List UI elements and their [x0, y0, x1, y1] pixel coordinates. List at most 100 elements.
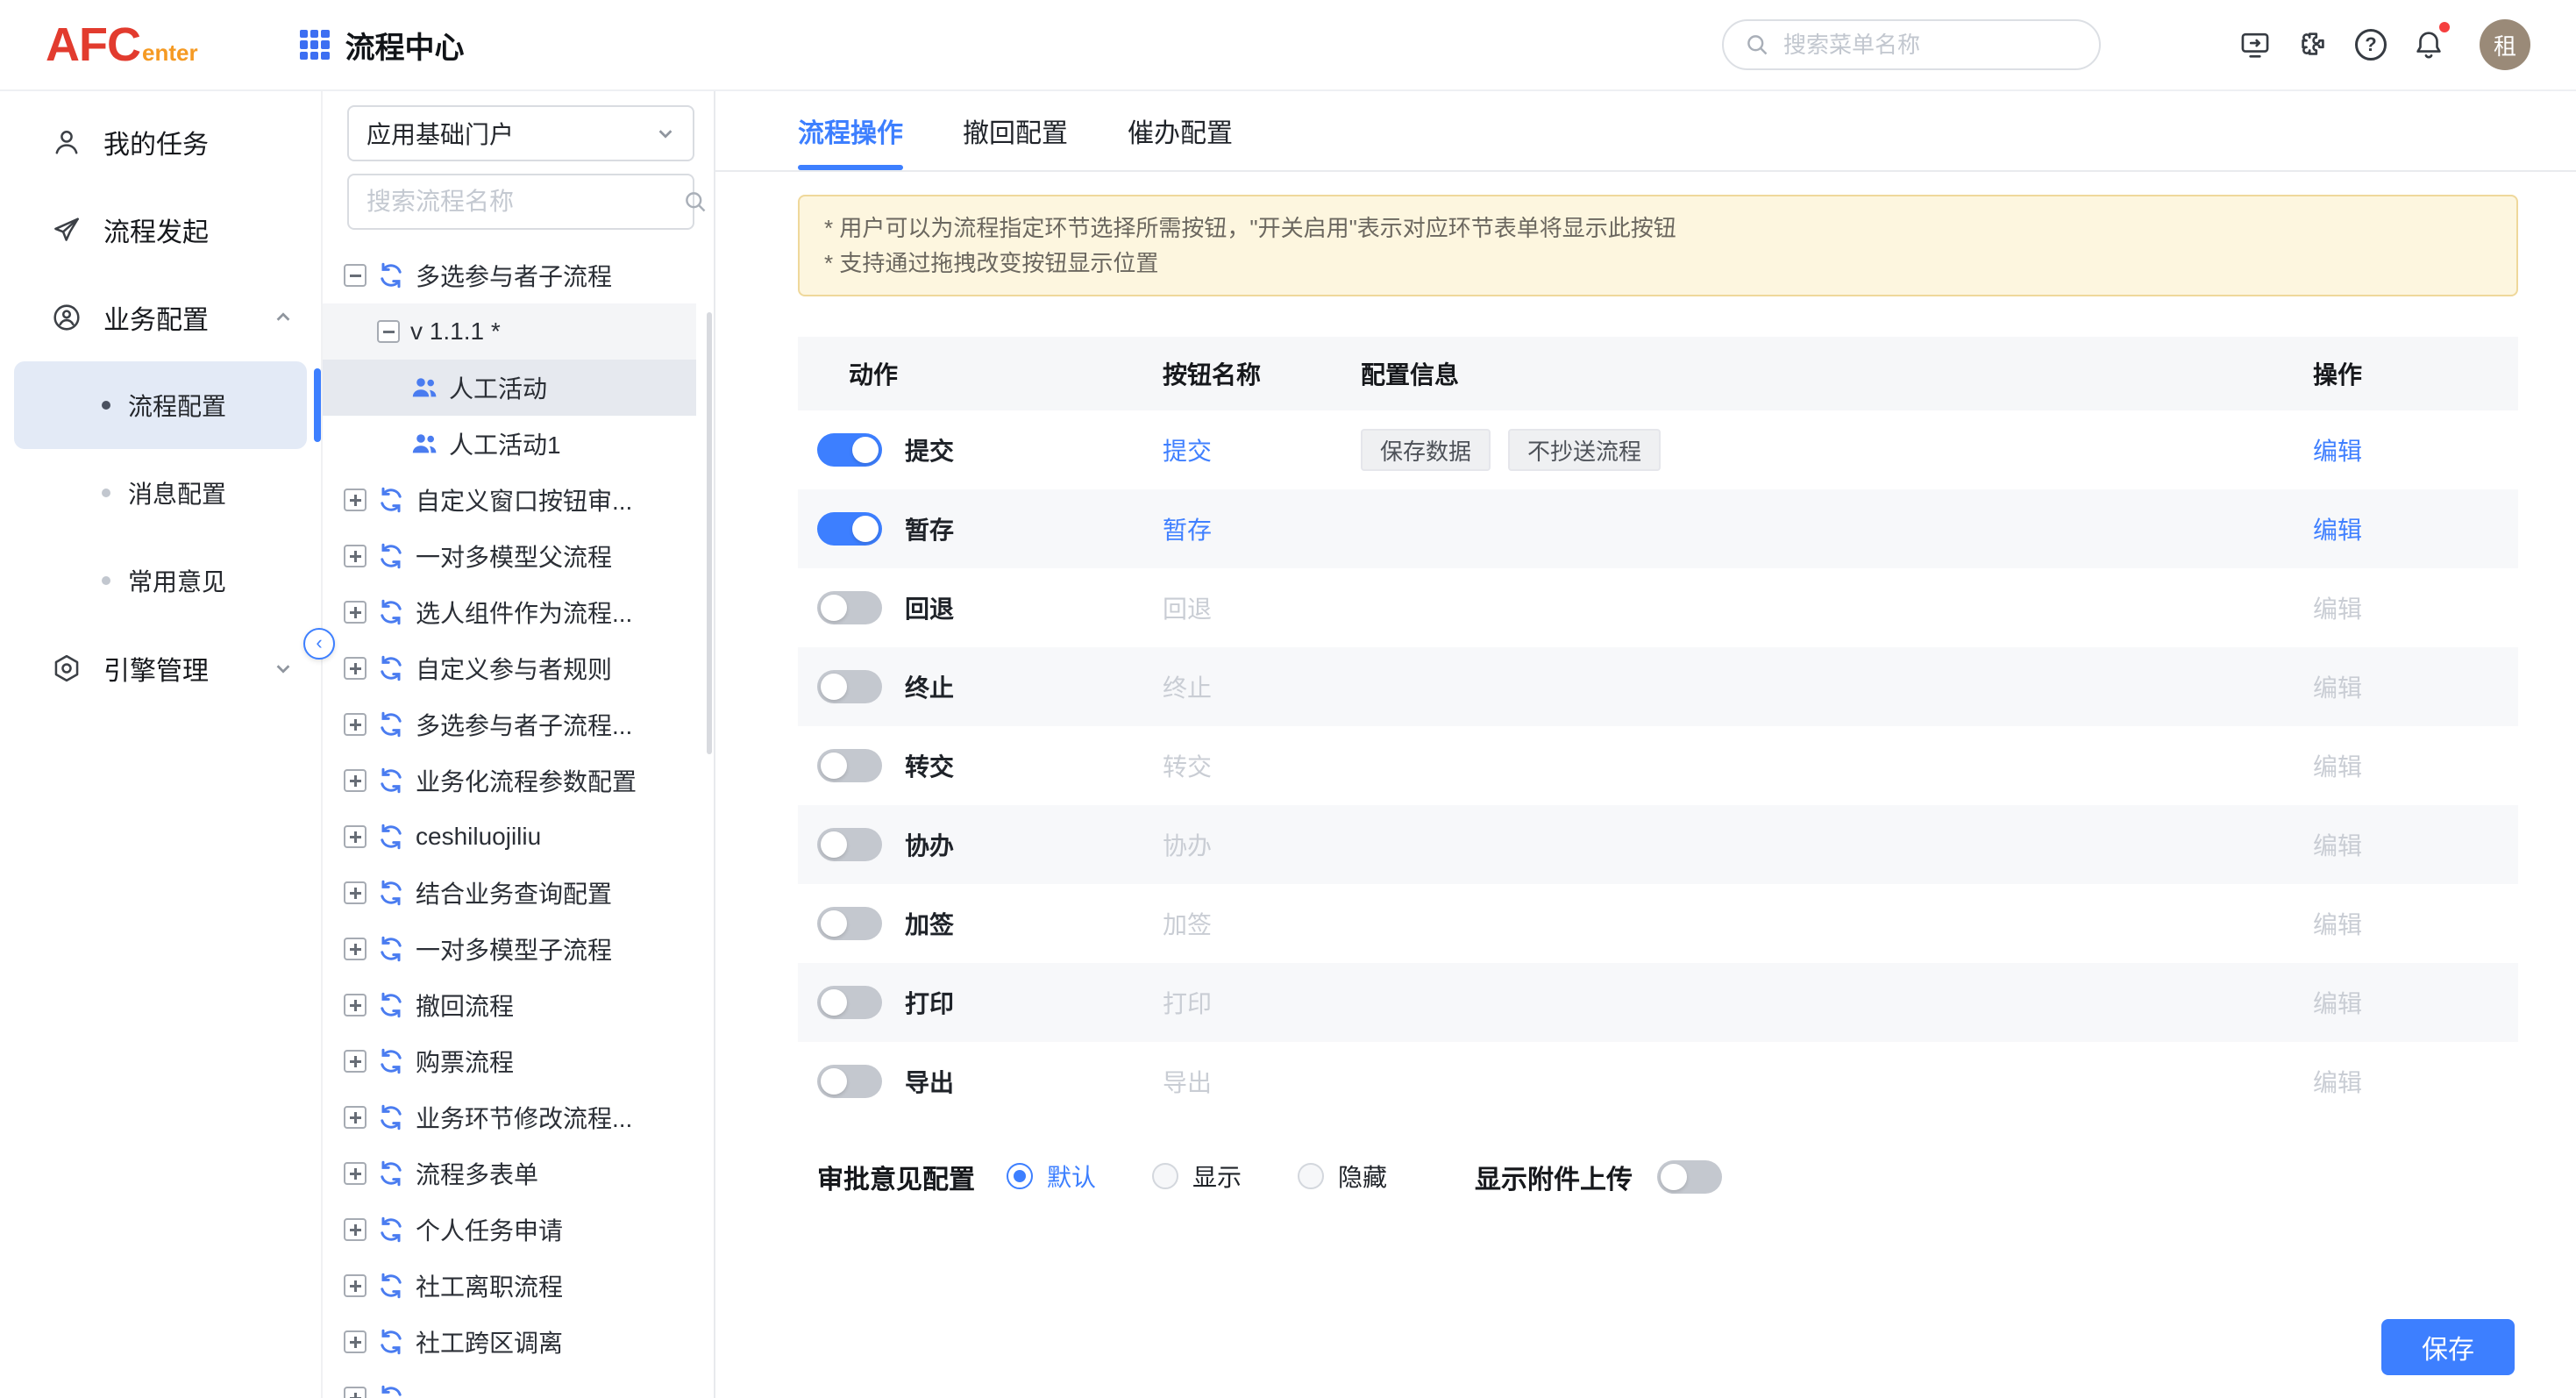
tree-item[interactable]: 结合业务查询配置 [323, 865, 696, 921]
avatar[interactable]: 租 [2480, 19, 2530, 70]
global-search[interactable] [1722, 19, 2101, 70]
tree-expand-icon[interactable] [344, 1106, 366, 1129]
edit-link[interactable]: 编辑 [2313, 827, 2518, 862]
tree-item[interactable]: 业务环节修改流程... [323, 1089, 696, 1145]
edit-link[interactable]: 编辑 [2313, 669, 2518, 704]
tree-item[interactable]: ceshiluojiliu [323, 809, 696, 865]
radio-icon [1298, 1163, 1324, 1189]
tree-expand-icon[interactable] [344, 938, 366, 960]
tree-item[interactable]: 多选参与者子流程 [323, 247, 696, 303]
action-toggle[interactable] [817, 433, 882, 467]
tree-item-label: 自定义窗口按钮审... [416, 482, 632, 517]
global-search-input[interactable] [1783, 32, 2078, 59]
tree-item[interactable]: 业务化流程参数配置 [323, 752, 696, 809]
main-content: 流程操作撤回配置催办配置 * 用户可以为流程指定环节选择所需按钮，"开关启用"表… [715, 91, 2576, 1398]
tree-search[interactable] [347, 174, 694, 230]
sidebar-subitem-message-config[interactable]: 消息配置 [14, 449, 307, 537]
tree-item[interactable]: 选人组件作为流程... [323, 584, 696, 640]
tree-item[interactable]: 一对多模型父流程 [323, 528, 696, 584]
tree-item[interactable]: 撤回流程 [323, 977, 696, 1033]
tree-expand-icon[interactable] [344, 881, 366, 904]
action-toggle[interactable] [817, 1065, 882, 1098]
save-button[interactable]: 保存 [2381, 1319, 2515, 1375]
sidebar-subitem-common-opinions[interactable]: 常用意见 [14, 537, 307, 624]
app-select[interactable]: 应用基础门户 [347, 105, 694, 161]
approval-radio-隐藏[interactable]: 隐藏 [1298, 1159, 1387, 1194]
button-name-link[interactable]: 提交 [1163, 432, 1361, 467]
tree-expand-icon[interactable] [344, 1162, 366, 1185]
edit-link[interactable]: 编辑 [2313, 590, 2518, 625]
tree-item[interactable]: 人工活动 [323, 360, 696, 416]
tree-expand-icon[interactable] [344, 1050, 366, 1073]
tree-item-label: 撤回流程 [416, 988, 514, 1023]
sidebar-collapse-button[interactable]: ‹ [303, 628, 335, 660]
action-toggle[interactable] [817, 670, 882, 703]
tree-item[interactable]: 自定义参与者规则 [323, 640, 696, 696]
edit-link[interactable]: 编辑 [2313, 511, 2518, 546]
tree-item[interactable]: 一对多模型子流程 [323, 921, 696, 977]
action-label: 打印 [905, 985, 954, 1020]
sidebar-item-process-initiate[interactable]: 流程发起 [0, 186, 321, 274]
edit-link[interactable]: 编辑 [2313, 985, 2518, 1020]
tree-expand-icon[interactable] [344, 1274, 366, 1297]
tree-item[interactable]: 购票流程 [323, 1033, 696, 1089]
tree-item[interactable]: 多选参与者子流程... [323, 696, 696, 752]
tree-search-input[interactable] [366, 188, 683, 216]
sidebar-item-my-tasks[interactable]: 我的任务 [0, 98, 321, 186]
tree-item[interactable]: 人工活动1 [323, 416, 696, 472]
action-toggle[interactable] [817, 986, 882, 1019]
edit-link[interactable]: 编辑 [2313, 748, 2518, 783]
plugin-icon[interactable] [2295, 27, 2330, 62]
app-logo: AFC enter [46, 18, 198, 72]
action-toggle[interactable] [817, 749, 882, 782]
tree-expand-icon[interactable] [344, 994, 366, 1016]
tree-expand-icon[interactable] [344, 657, 366, 680]
app-switcher[interactable]: 流程中心 [300, 24, 465, 67]
edit-link[interactable]: 编辑 [2313, 1064, 2518, 1099]
tree-collapse-icon[interactable] [377, 320, 400, 343]
sidebar-subitem-process-config[interactable]: 流程配置 [14, 361, 307, 449]
action-toggle[interactable] [817, 512, 882, 546]
edit-link[interactable]: 编辑 [2313, 432, 2518, 467]
sidebar-item-business-config[interactable]: 业务配置 [0, 274, 321, 361]
tree-expand-icon[interactable] [344, 601, 366, 624]
attachment-toggle[interactable] [1657, 1160, 1722, 1194]
process-icon [377, 1103, 405, 1131]
col-header-operation: 操作 [2313, 356, 2518, 391]
tree-expand-icon[interactable] [344, 1218, 366, 1241]
scrollbar[interactable] [707, 312, 712, 754]
tab-撤回配置[interactable]: 撤回配置 [963, 91, 1068, 170]
approval-radio-默认[interactable]: 默认 [1007, 1159, 1096, 1194]
help-icon[interactable] [2353, 27, 2388, 62]
tree-collapse-icon[interactable] [344, 264, 366, 287]
tree-expand-icon[interactable] [344, 713, 366, 736]
sidebar-item-label: 引擎管理 [103, 649, 209, 688]
tree-item[interactable] [323, 1370, 696, 1398]
radio-icon [1152, 1163, 1178, 1189]
sidebar-item-engine-management[interactable]: 引擎管理 [0, 624, 321, 712]
tree-expand-icon[interactable] [344, 1387, 366, 1398]
tree-expand-icon[interactable] [344, 1330, 366, 1353]
action-toggle[interactable] [817, 828, 882, 861]
tree-item[interactable]: 社工离职流程 [323, 1258, 696, 1314]
action-toggle[interactable] [817, 907, 882, 940]
tree-item[interactable]: 流程多表单 [323, 1145, 696, 1202]
notification-icon[interactable] [2411, 27, 2446, 62]
button-name-link[interactable]: 暂存 [1163, 511, 1361, 546]
tree-item[interactable]: 社工跨区调离 [323, 1314, 696, 1370]
tab-流程操作[interactable]: 流程操作 [798, 91, 903, 170]
tree-item[interactable]: 个人任务申请 [323, 1202, 696, 1258]
tree-expand-icon[interactable] [344, 769, 366, 792]
edit-link[interactable]: 编辑 [2313, 906, 2518, 941]
tree-item[interactable]: 自定义窗口按钮审... [323, 472, 696, 528]
tree-expand-icon[interactable] [344, 545, 366, 567]
tree-item[interactable]: v 1.1.1 * [323, 303, 696, 360]
tab-催办配置[interactable]: 催办配置 [1128, 91, 1233, 170]
action-toggle[interactable] [817, 591, 882, 624]
tree-expand-icon[interactable] [344, 489, 366, 511]
radio-label: 隐藏 [1338, 1159, 1387, 1194]
tree-expand-icon[interactable] [344, 825, 366, 848]
console-switch-icon[interactable] [2238, 27, 2273, 62]
user-icon [51, 126, 82, 158]
approval-radio-显示[interactable]: 显示 [1152, 1159, 1242, 1194]
